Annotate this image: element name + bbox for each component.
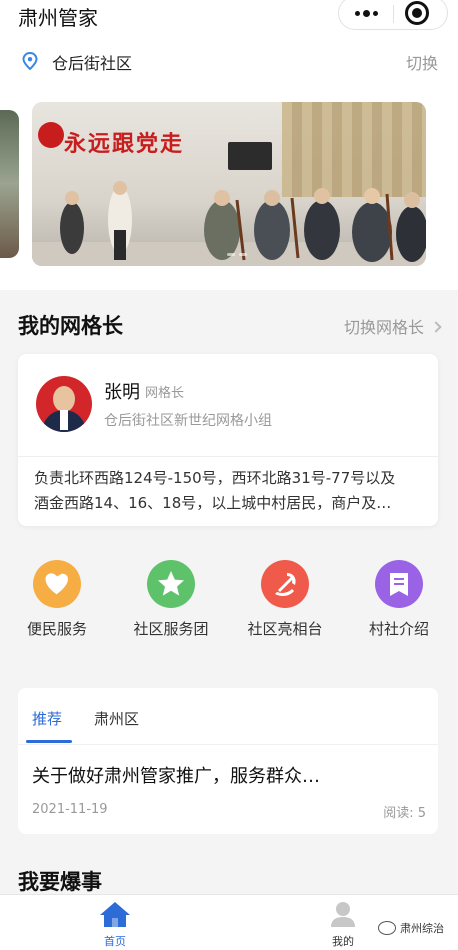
carousel-indicators [227, 253, 247, 256]
news-item-reads: 阅读: 5 [383, 806, 426, 821]
watermark: 肃州综治 [378, 920, 444, 936]
grid-leader-name: 张明 [104, 382, 140, 403]
service-label: 村社介绍 [368, 620, 429, 638]
grid-leader-description: 负责北环西路124号-150号，西环北路31号-77号以及 酒金西路14、16、… [34, 466, 426, 516]
community-name: 仓后街社区 [52, 54, 133, 73]
news-panel: 推荐 肃州区 关于做好肃州管家推广，服务群众… 2021-11-19 阅读: 5 [18, 688, 438, 834]
service-label: 便民服务 [26, 620, 87, 638]
news-item-date: 2021-11-19 [32, 802, 108, 817]
news-divider [18, 744, 438, 745]
top-bar: 肃州管家 [0, 0, 458, 36]
report-section-title: 我要爆事 [18, 870, 102, 894]
switch-grid-leader-link[interactable]: 切换网格长 [343, 314, 442, 338]
banner-carousel: 永远跟党走 [0, 80, 458, 290]
party-emblem-icon [261, 560, 309, 608]
service-community-team[interactable]: 社区服务团 [114, 560, 228, 639]
service-grid: 便民服务 社区服务团 社区亮相台 村社介绍 [0, 560, 458, 650]
banner-tv [228, 142, 272, 170]
nav-mine-label: 我的 [332, 935, 354, 948]
description-line-1: 负责北环西路124号-150号，西环北路31号-77号以及 [34, 469, 396, 487]
nav-home-label: 首页 [104, 935, 126, 948]
nav-mine[interactable]: 我的 [313, 901, 373, 949]
description-line-2: 酒金西路14、16、18号，以上城中村居民，商户及… [34, 494, 392, 512]
star-icon [147, 560, 195, 608]
app-title: 肃州管家 [18, 6, 98, 30]
close-program-icon[interactable] [405, 1, 429, 25]
service-village-intro[interactable]: 村社介绍 [342, 560, 456, 639]
home-icon [100, 902, 130, 927]
banner-wall-text: 永远跟党走 [64, 131, 185, 157]
more-options-icon[interactable] [339, 0, 393, 29]
service-label: 社区服务团 [133, 620, 209, 638]
tab-suzhou-district[interactable]: 肃州区 [94, 708, 139, 729]
switch-grid-leader-label: 切换网格长 [343, 318, 424, 337]
switch-community-link[interactable]: 切换 [406, 50, 438, 74]
heart-icon [33, 560, 81, 608]
location-bar: 仓后街社区 切换 [0, 36, 458, 80]
service-convenience[interactable]: 便民服务 [0, 560, 114, 639]
nav-home[interactable]: 首页 [85, 901, 145, 949]
grid-leader-role: 网格长 [145, 386, 185, 401]
user-icon [331, 902, 355, 927]
grid-leader-section-header: 我的网格长 切换网格长 [18, 310, 442, 340]
wechat-icon [378, 921, 396, 935]
capsule-divider [393, 5, 394, 23]
party-emblem-icon [38, 122, 64, 148]
grid-leader-section-title: 我的网格长 [18, 314, 123, 338]
banner-previous-slide[interactable] [0, 110, 19, 258]
document-icon [375, 560, 423, 608]
service-community-showcase[interactable]: 社区亮相台 [228, 560, 342, 639]
service-label: 社区亮相台 [247, 620, 323, 638]
tab-recommended[interactable]: 推荐 [32, 708, 62, 729]
location-pin-icon [22, 52, 38, 70]
watermark-text: 肃州综治 [400, 922, 444, 935]
grid-leader-group: 仓后街社区新世纪网格小组 [104, 413, 272, 429]
grid-leader-card[interactable]: 张明 网格长 仓后街社区新世纪网格小组 负责北环西路124号-150号，西环北路… [18, 354, 438, 526]
card-divider [18, 456, 438, 457]
active-tab-indicator [26, 740, 72, 743]
chevron-right-icon [430, 321, 442, 333]
avatar [36, 376, 92, 432]
news-item-title[interactable]: 关于做好肃州管家推广，服务群众… [32, 762, 412, 788]
mini-program-capsule [338, 0, 448, 30]
banner-image[interactable]: 永远跟党走 [32, 102, 426, 266]
